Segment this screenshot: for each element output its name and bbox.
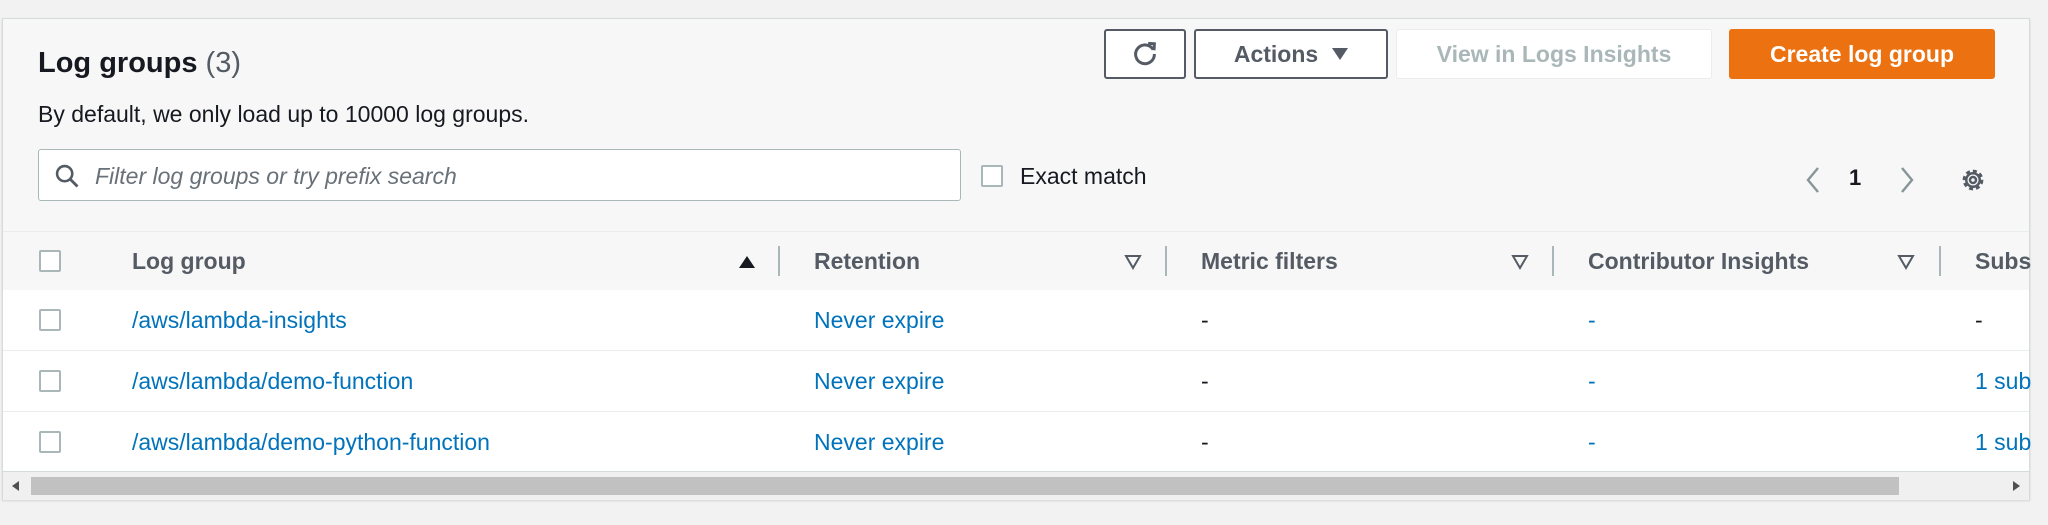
panel-header: Log groups (3) By default, we only load … xyxy=(3,19,2029,231)
table-row[interactable]: /aws/lambda/demo-function Never expire -… xyxy=(3,351,2031,412)
contributor-insights-link[interactable]: - xyxy=(1588,429,1596,456)
contributor-insights-link[interactable]: - xyxy=(1588,307,1596,334)
column-divider[interactable] xyxy=(1939,246,1941,276)
select-all-checkbox[interactable] xyxy=(39,250,61,272)
log-group-count: (3) xyxy=(205,47,241,79)
metric-filters-value: - xyxy=(1201,307,1209,333)
caret-down-icon xyxy=(1332,48,1349,60)
refresh-button[interactable] xyxy=(1104,29,1186,79)
column-divider[interactable] xyxy=(1552,246,1554,276)
create-label: Create log group xyxy=(1769,40,1954,67)
actions-dropdown-button[interactable]: Actions xyxy=(1194,29,1388,79)
search-icon xyxy=(55,164,79,188)
subscription-filters-value: - xyxy=(1975,307,1983,333)
retention-link[interactable]: Never expire xyxy=(814,307,944,334)
row-checkbox[interactable] xyxy=(39,431,61,453)
create-log-group-button[interactable]: Create log group xyxy=(1729,29,1995,79)
actions-label: Actions xyxy=(1233,40,1319,67)
row-checkbox[interactable] xyxy=(39,370,61,392)
sort-descending-icon[interactable] xyxy=(1123,252,1143,272)
sort-ascending-icon[interactable] xyxy=(737,252,757,272)
log-group-link[interactable]: /aws/lambda/demo-function xyxy=(132,368,413,395)
column-divider[interactable] xyxy=(778,246,780,276)
column-header-retention[interactable]: Retention xyxy=(814,248,920,275)
table-row[interactable]: /aws/lambda/demo-python-function Never e… xyxy=(3,412,2031,473)
scroll-right-arrow-icon[interactable] xyxy=(2009,479,2023,493)
subscription-filters-link[interactable]: 1 subscription filter xyxy=(1975,429,2031,456)
view-in-logs-insights-button[interactable]: View in Logs Insights xyxy=(1396,29,1712,79)
row-checkbox[interactable] xyxy=(39,309,61,331)
view-insights-label: View in Logs Insights xyxy=(1436,40,1672,67)
contributor-insights-link[interactable]: - xyxy=(1588,368,1596,395)
page-title: Log groups (3) xyxy=(38,47,241,80)
column-divider[interactable] xyxy=(1165,246,1167,276)
exact-match-checkbox[interactable] xyxy=(981,165,1003,187)
table-row[interactable]: /aws/lambda-insights Never expire - - - xyxy=(3,290,2029,351)
retention-link[interactable]: Never expire xyxy=(814,368,944,395)
column-header-metric-filters[interactable]: Metric filters xyxy=(1201,248,1338,275)
gear-icon[interactable] xyxy=(1958,165,1988,195)
log-group-link[interactable]: /aws/lambda-insights xyxy=(132,307,347,334)
column-header-log-group[interactable]: Log group xyxy=(132,248,246,275)
log-groups-panel: Log groups (3) By default, we only load … xyxy=(2,18,2031,500)
search-box[interactable] xyxy=(38,149,961,201)
search-input[interactable] xyxy=(93,158,947,194)
page-description: By default, we only load up to 10000 log… xyxy=(38,101,530,127)
current-page-number[interactable]: 1 xyxy=(1849,165,1861,191)
horizontal-scrollbar[interactable] xyxy=(3,471,2029,500)
chevron-right-icon[interactable] xyxy=(1897,165,1917,195)
sort-descending-icon[interactable] xyxy=(1896,252,1916,272)
metric-filters-value: - xyxy=(1201,368,1209,394)
scroll-left-arrow-icon[interactable] xyxy=(9,479,23,493)
title-text: Log groups xyxy=(38,47,198,79)
column-header-subscription-filters[interactable]: Subscription filters xyxy=(1975,248,2031,275)
retention-link[interactable]: Never expire xyxy=(814,429,944,456)
exact-match-label: Exact match xyxy=(1020,163,1147,189)
log-group-link[interactable]: /aws/lambda/demo-python-function xyxy=(132,429,490,456)
subscription-filters-link[interactable]: 1 subscription filter xyxy=(1975,368,2031,395)
sort-descending-icon[interactable] xyxy=(1510,252,1530,272)
metric-filters-value: - xyxy=(1201,429,1209,455)
refresh-icon xyxy=(1134,41,1156,66)
scrollbar-thumb[interactable] xyxy=(31,477,1899,495)
table-header-row: Log group Retention Metric filters Contr… xyxy=(3,231,2031,291)
column-header-contributor-insights[interactable]: Contributor Insights xyxy=(1588,248,1809,275)
chevron-left-icon[interactable] xyxy=(1803,165,1823,195)
